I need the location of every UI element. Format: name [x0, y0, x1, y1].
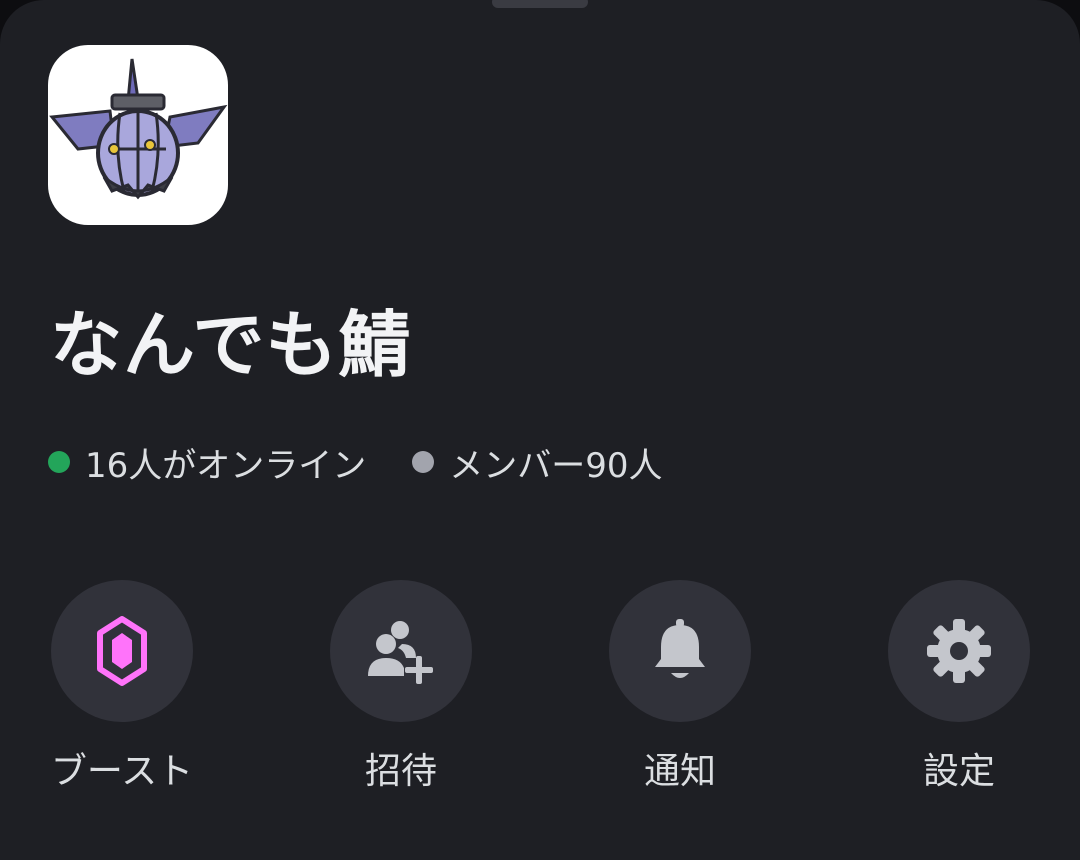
boost-button-circle[interactable] — [51, 580, 193, 722]
server-info-sheet: なんでも鯖 16人がオンライン メンバー90人 ブースト 招待 通知 設定 — [0, 0, 1080, 860]
server-actions: ブースト 招待 通知 設定 — [0, 580, 1080, 810]
invite-button[interactable]: 招待 — [311, 580, 491, 794]
server-stats: 16人がオンライン メンバー90人 — [48, 438, 663, 487]
settings-label: 設定 — [922, 751, 995, 792]
server-icon[interactable] — [48, 45, 228, 225]
notifications-label: 通知 — [643, 751, 716, 792]
online-count-text: 16人がオンライン — [85, 445, 367, 486]
settings-button[interactable]: 設定 — [869, 580, 1049, 794]
bell-icon — [655, 619, 705, 678]
invite-person-plus-icon — [368, 621, 433, 684]
online-status-dot — [48, 451, 70, 473]
member-count: メンバー90人 — [412, 438, 663, 487]
notifications-button-circle[interactable] — [609, 580, 751, 722]
server-avatar-image — [49, 58, 228, 200]
settings-button-circle[interactable] — [888, 580, 1030, 722]
member-status-dot — [412, 451, 435, 473]
server-name: なんでも鯖 — [50, 303, 412, 387]
invite-label: 招待 — [364, 751, 437, 792]
notifications-button[interactable]: 通知 — [590, 580, 770, 794]
member-count-text: メンバー90人 — [449, 445, 663, 486]
online-count: 16人がオンライン — [48, 438, 366, 487]
boost-button[interactable]: ブースト — [32, 580, 212, 794]
boost-label: ブースト — [50, 751, 194, 792]
boost-gem-icon — [97, 616, 147, 686]
invite-button-circle[interactable] — [330, 580, 472, 722]
drag-handle[interactable] — [492, 0, 588, 8]
gear-icon — [927, 619, 991, 683]
